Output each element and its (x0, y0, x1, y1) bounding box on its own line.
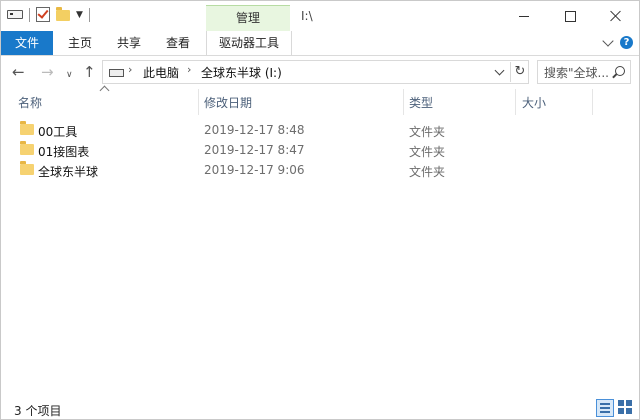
tile (626, 400, 632, 406)
list-item[interactable]: 00工具 2019-12-17 8:48 文件夹 (17, 120, 625, 140)
close-button[interactable] (593, 1, 639, 31)
window-controls (501, 1, 639, 31)
qat-separator (29, 7, 30, 22)
minimize-icon (519, 15, 529, 17)
title-bar: ▼ 管理 I:\ (1, 1, 639, 32)
details-line (600, 411, 610, 413)
tab-share[interactable]: 共享 (112, 31, 146, 55)
search-input[interactable]: 搜索"全球... (537, 60, 631, 84)
forward-icon[interactable]: → (41, 64, 54, 80)
drive-icon[interactable] (7, 10, 23, 19)
maximize-icon (564, 10, 576, 22)
column-divider[interactable] (515, 89, 516, 115)
column-divider[interactable] (403, 89, 404, 115)
file-type: 文件夹 (409, 165, 446, 179)
expand-ribbon-icon[interactable] (602, 34, 614, 47)
column-divider[interactable] (592, 89, 593, 115)
tile (626, 408, 632, 414)
context-tab-group-label: 管理 (206, 5, 290, 32)
tile (618, 400, 624, 406)
ribbon-right-controls: ? (602, 34, 633, 49)
explorer-window: ▼ 管理 I:\ 文件 主页 共享 查看 驱动器工具 ? ← → ∨ ↑ › 此… (0, 0, 640, 420)
ribbon-tabs: 文件 主页 共享 查看 驱动器工具 ? (1, 31, 639, 56)
up-icon[interactable]: ↑ (83, 64, 96, 80)
column-header-date[interactable]: 修改日期 (204, 94, 252, 114)
file-name: 全球东半球 (38, 165, 99, 179)
quick-access-toolbar: ▼ (7, 7, 90, 22)
maximize-button[interactable] (547, 1, 593, 31)
address-bar[interactable]: › 此电脑 › 全球东半球 (I:) ↻ (102, 60, 529, 84)
file-date: 2019-12-17 9:06 (204, 163, 305, 177)
qat-separator (88, 7, 90, 22)
file-type: 文件夹 (409, 145, 446, 159)
properties-icon[interactable] (36, 7, 50, 22)
window-title: I:\ (301, 9, 313, 23)
list-item[interactable]: 01接图表 2019-12-17 8:47 文件夹 (17, 140, 625, 160)
column-header-size[interactable]: 大小 (522, 94, 546, 114)
tab-home[interactable]: 主页 (63, 31, 97, 55)
status-item-count: 3 个项目 (14, 404, 62, 418)
folder-icon (20, 121, 34, 135)
address-history-dropdown-icon[interactable] (494, 65, 505, 76)
back-icon[interactable]: ← (12, 64, 25, 80)
folder-icon (20, 161, 34, 175)
close-icon (610, 10, 622, 22)
chevron-right-icon[interactable]: › (187, 63, 191, 76)
chevron-right-icon[interactable]: › (128, 63, 132, 76)
search-icon (615, 66, 625, 76)
column-header-name[interactable]: 名称 (18, 94, 42, 114)
file-name: 01接图表 (38, 145, 90, 159)
file-name: 00工具 (38, 125, 78, 139)
list-item[interactable]: 全球东半球 2019-12-17 9:06 文件夹 (17, 160, 625, 180)
search-placeholder: 搜索"全球... (544, 66, 609, 80)
refresh-icon[interactable]: ↻ (510, 62, 529, 82)
tile (618, 408, 624, 414)
tab-file[interactable]: 文件 (1, 31, 53, 55)
details-view-icon[interactable] (596, 399, 614, 417)
breadcrumb-this-pc[interactable]: 此电脑 (143, 64, 179, 81)
tab-view[interactable]: 查看 (161, 31, 195, 55)
drive-icon (109, 69, 124, 77)
file-date: 2019-12-17 8:47 (204, 143, 305, 157)
file-type: 文件夹 (409, 125, 446, 139)
large-icons-view-icon[interactable] (618, 400, 632, 414)
tab-drive-tools[interactable]: 驱动器工具 (206, 31, 292, 55)
column-divider[interactable] (198, 89, 199, 115)
recent-locations-icon[interactable]: ∨ (66, 67, 73, 83)
customize-qat-dropdown-icon[interactable]: ▼ (76, 10, 83, 20)
column-header-type[interactable]: 类型 (409, 94, 433, 114)
file-date: 2019-12-17 8:48 (204, 123, 305, 137)
help-icon[interactable]: ? (620, 36, 633, 49)
details-line (600, 403, 610, 405)
breadcrumb-drive[interactable]: 全球东半球 (I:) (201, 64, 282, 81)
details-line (600, 407, 610, 409)
minimize-button[interactable] (501, 1, 547, 31)
folder-icon (20, 141, 34, 155)
new-folder-icon[interactable] (56, 7, 70, 21)
